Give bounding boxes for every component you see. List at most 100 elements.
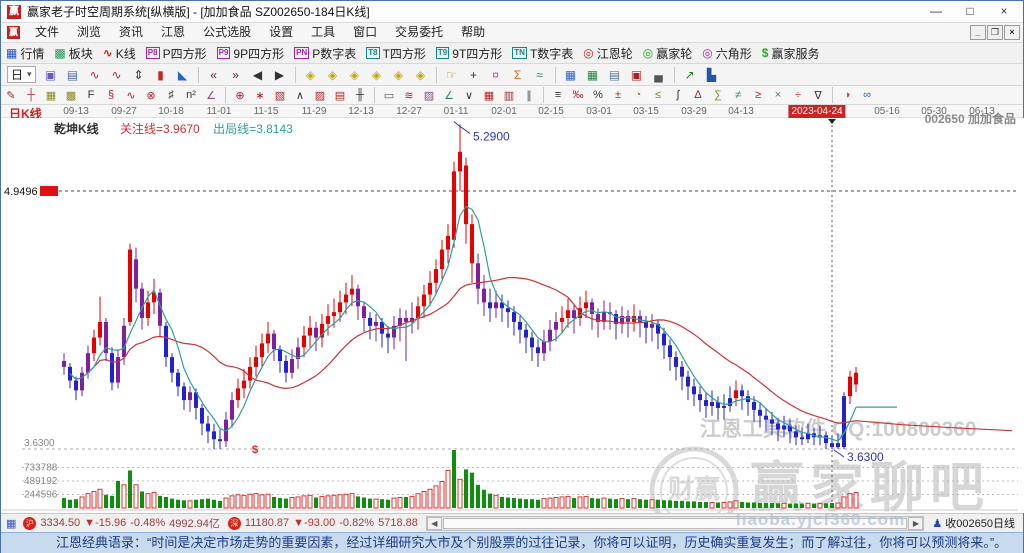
scroll-left-icon[interactable]: ◀ xyxy=(427,517,442,530)
compare-icon[interactable]: ≈ xyxy=(530,66,550,84)
calendar-icon[interactable]: ▦ xyxy=(561,66,581,84)
t-number-button[interactable]: TNT数字表 xyxy=(507,44,578,62)
menu-item-6[interactable]: 工具 xyxy=(302,23,344,42)
pie-icon[interactable]: ◑ xyxy=(838,88,856,103)
next-page-icon[interactable]: ▶ xyxy=(270,66,290,84)
menu-item-3[interactable]: 江恩 xyxy=(152,23,194,42)
gann-top-icon[interactable]: ∑ xyxy=(709,88,727,103)
pct-line-icon[interactable]: ± xyxy=(609,88,627,103)
export-icon[interactable]: ↗ xyxy=(680,66,700,84)
p-square-button[interactable]: P8P四方形 xyxy=(141,44,212,62)
hatch-tool-icon[interactable]: ┼ xyxy=(22,88,40,103)
star-icon[interactable]: ∗ xyxy=(251,88,269,103)
transfer-icon[interactable]: ▙ xyxy=(702,66,722,84)
kline-mini-icon[interactable]: ∿ xyxy=(85,66,105,84)
menu-item-9[interactable]: 帮助 xyxy=(452,23,494,42)
gold-line-icon[interactable]: ≤ xyxy=(649,88,667,103)
parallel-icon[interactable]: ∥ xyxy=(520,88,538,103)
grid-icon[interactable]: ▦ xyxy=(6,517,16,530)
t-square-button[interactable]: T8T四方形 xyxy=(361,44,431,62)
sectors-button[interactable]: ▩板块 xyxy=(49,44,97,62)
gold-circle-icon[interactable]: ◔ xyxy=(629,88,647,103)
mdi-restore-button[interactable]: ❐ xyxy=(987,25,1003,40)
close-button[interactable]: × xyxy=(987,1,1021,23)
gradient-icon[interactable]: ◣ xyxy=(173,66,193,84)
menu-item-8[interactable]: 交易委托 xyxy=(386,23,452,42)
p9-square-button[interactable]: P99P四方形 xyxy=(212,44,289,62)
fibonacci-icon[interactable]: F xyxy=(82,88,100,103)
slope3-icon[interactable]: × xyxy=(769,88,787,103)
grid-gold2-icon[interactable]: ▩ xyxy=(62,88,80,103)
menu-item-7[interactable]: 窗口 xyxy=(344,23,386,42)
p-number-button[interactable]: PNP数字表 xyxy=(289,44,361,62)
minimize-button[interactable]: — xyxy=(919,1,953,23)
wave-icon[interactable]: ∿ xyxy=(122,88,140,103)
pct-wave-icon[interactable]: ‰ xyxy=(569,88,587,103)
gann-diamond-6-icon[interactable]: ◈ xyxy=(411,66,431,84)
fence-icon[interactable]: ╫ xyxy=(351,88,369,103)
printer-icon[interactable]: ▄ xyxy=(649,66,669,84)
crosshair-icon[interactable]: + xyxy=(464,66,484,84)
frame-icon[interactable]: ▭ xyxy=(380,88,398,103)
slope4-icon[interactable]: ÷ xyxy=(789,88,807,103)
hexagon-button[interactable]: ◎六角形 xyxy=(697,44,757,62)
grid4-icon[interactable]: ▥ xyxy=(500,88,518,103)
gann-wheel-button[interactable]: ◎江恩轮 xyxy=(578,44,638,62)
grid3-icon[interactable]: ▦ xyxy=(480,88,498,103)
winner-wheel-button[interactable]: ◎赢家轮 xyxy=(638,44,698,62)
notebook-icon[interactable]: ▤ xyxy=(605,66,625,84)
box-fill-icon[interactable]: ▧ xyxy=(271,88,289,103)
n2-icon[interactable]: n² xyxy=(182,88,200,103)
check-icon[interactable]: ∨ xyxy=(460,88,478,103)
select-icon[interactable]: ¤ xyxy=(486,66,506,84)
period-selector[interactable]: 日 ▾ xyxy=(7,66,36,83)
quotes-button[interactable]: ▦行情 xyxy=(1,44,49,62)
shade-icon[interactable]: ▨ xyxy=(420,88,438,103)
save-icon[interactable]: ▣ xyxy=(627,66,647,84)
kline-style-icon[interactable]: ▮ xyxy=(151,66,171,84)
target-icon[interactable]: ⊕ xyxy=(231,88,249,103)
grid-red2-icon[interactable]: ▤ xyxy=(331,88,349,103)
ruler-icon[interactable]: ≡ xyxy=(549,88,567,103)
scroll-right-icon[interactable]: ▶ xyxy=(908,517,923,530)
gann-diamond-4-icon[interactable]: ◈ xyxy=(367,66,387,84)
gann-diamond-3-icon[interactable]: ◈ xyxy=(345,66,365,84)
bar-mini-icon[interactable]: ∿ xyxy=(107,66,127,84)
k-mark-icon[interactable]: ∧ xyxy=(291,88,309,103)
updown-icon[interactable]: ⇕ xyxy=(129,66,149,84)
ink-icon[interactable]: ∫ xyxy=(669,88,687,103)
mdi-close-button[interactable]: × xyxy=(1004,25,1020,40)
menu-item-1[interactable]: 浏览 xyxy=(68,23,110,42)
menu-item-4[interactable]: 公式选股 xyxy=(194,23,260,42)
first-page-icon[interactable]: « xyxy=(204,66,224,84)
winner-service-button[interactable]: $赢家服务 xyxy=(757,44,825,62)
slope1-icon[interactable]: ≠ xyxy=(729,88,747,103)
mdi-minimize-button[interactable]: _ xyxy=(970,25,986,40)
menu-item-2[interactable]: 资讯 xyxy=(110,23,152,42)
menu-item-5[interactable]: 设置 xyxy=(260,23,302,42)
angle2-icon[interactable]: ∠ xyxy=(440,88,458,103)
prev-page-icon[interactable]: ◀ xyxy=(248,66,268,84)
percent-icon[interactable]: % xyxy=(589,88,607,103)
calculator-icon[interactable]: ▦ xyxy=(583,66,603,84)
circle-cross-icon[interactable]: ⊗ xyxy=(142,88,160,103)
gann-box-icon[interactable]: ∆ xyxy=(689,88,707,103)
gann-diamond-2-icon[interactable]: ◈ xyxy=(323,66,343,84)
infinity-icon[interactable]: ∞ xyxy=(858,88,876,103)
gann-diamond-5-icon[interactable]: ◈ xyxy=(389,66,409,84)
stats-icon[interactable]: Σ xyxy=(508,66,528,84)
kline-button[interactable]: ∿K线 xyxy=(98,44,141,62)
gann-diamond-1-icon[interactable]: ◈ xyxy=(301,66,321,84)
horizontal-scrollbar[interactable]: ◀ ▶ xyxy=(426,516,925,531)
scrollbar-thumb[interactable] xyxy=(443,518,908,529)
bars-icon[interactable]: ♯ xyxy=(162,88,180,103)
fan-icon[interactable]: ≋ xyxy=(400,88,418,103)
hand-tool-icon[interactable]: ☞ xyxy=(442,66,462,84)
slope5-icon[interactable]: ∇ xyxy=(809,88,827,103)
menu-item-0[interactable]: 文件 xyxy=(26,23,68,42)
grid-red-icon[interactable]: ▨ xyxy=(311,88,329,103)
spiral-icon[interactable]: § xyxy=(102,88,120,103)
window-layout-icon[interactable]: ▣ xyxy=(41,66,61,84)
t9-square-button[interactable]: T99T四方形 xyxy=(431,44,507,62)
info-panel-icon[interactable]: ▤ xyxy=(63,66,83,84)
